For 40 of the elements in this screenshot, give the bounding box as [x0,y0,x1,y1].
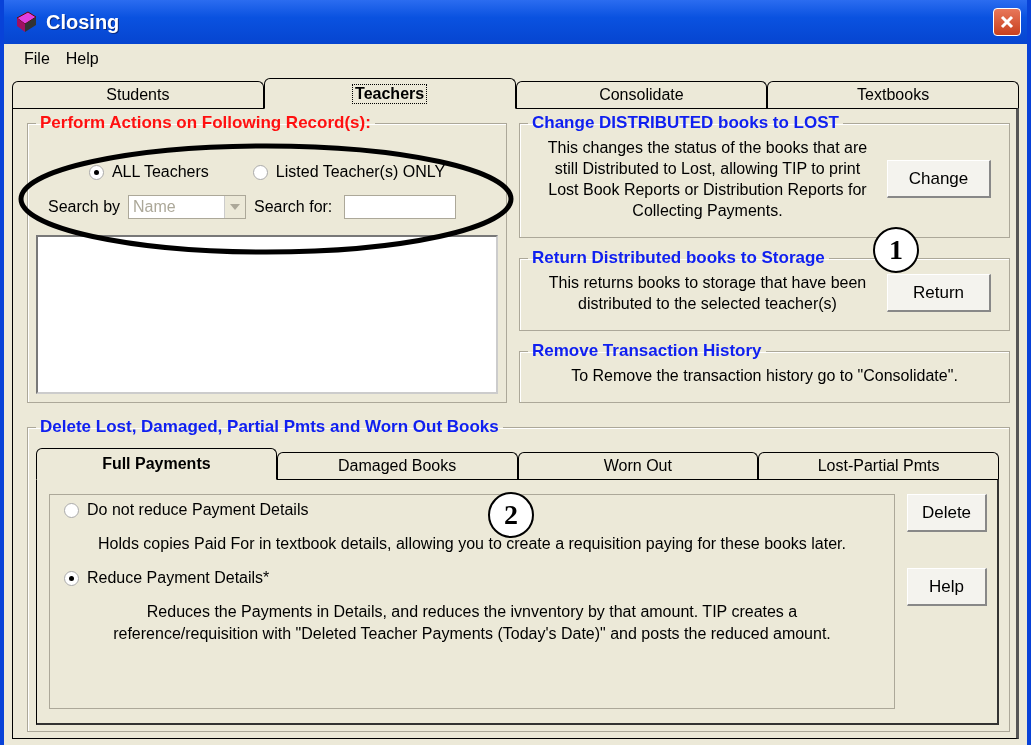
action-button[interactable]: Help [907,568,987,606]
tab[interactable]: Textbooks [767,81,1019,108]
action-button[interactable]: Return [887,274,991,312]
close-icon [999,14,1015,30]
radio-button[interactable] [64,502,79,518]
menu-item[interactable]: Help [65,50,99,68]
field-label: Search by [48,198,121,216]
radio-label[interactable]: ALL Teachers [111,163,209,181]
group-title: Perform Actions on Following Record(s): [39,113,372,133]
action-button[interactable]: Delete [907,494,987,532]
window-title: Closing [46,10,121,34]
description: Reduces the Payments in Details, and reduces the ivnventory by that amount. TIP creates a reference/requisition with "Deleted Teacher Payments (Today's Date)" and posts the reduced amount. [112,602,832,644]
radio-button[interactable] [252,164,268,180]
tab[interactable]: Consolidate [515,81,768,108]
dropdown-arrow-icon [230,204,241,210]
menu-item[interactable]: File [24,50,50,68]
group-title: Delete Lost, Damaged, Partial Pmts and Worn Out Books [39,417,500,437]
radio-button[interactable] [88,164,104,180]
field-label: Search for: [254,198,333,216]
radio-label[interactable]: Do not reduce Payment Details [87,501,309,519]
group-title: Return Distributed books to Storage [531,248,826,268]
tab[interactable]: Lost-Partial Pmts [758,452,999,479]
action-button[interactable]: Change [887,160,991,198]
close-button[interactable] [993,8,1021,36]
book-icon [14,10,38,34]
search-field[interactable] [344,195,457,219]
group-title: Change DISTRIBUTED books to LOST [531,113,840,133]
description: This changes the status of the books that are still Distributed to Lost, allowing TIP to print Lost Book Reports or Distribution Reports for Collecting Payments. [546,138,869,221]
tab[interactable]: Students [12,81,264,108]
tab[interactable]: Damaged Books [276,452,518,479]
description: To Remove the transaction history go to "Consolidate". [570,366,959,386]
tab[interactable]: Full Payments [36,448,277,480]
radio-label[interactable]: Listed Teacher(s) ONLY [275,163,446,181]
tab[interactable]: Worn Out [517,452,759,479]
radio-button[interactable] [64,570,79,586]
tab[interactable]: Teachers [263,78,516,109]
group-title: Remove Transaction History [531,341,763,361]
description: This returns books to storage that have been distributed to the selected teacher(s) [547,273,868,314]
radio-label[interactable]: Reduce Payment Details* [87,569,270,587]
teacher-list[interactable] [36,235,498,394]
